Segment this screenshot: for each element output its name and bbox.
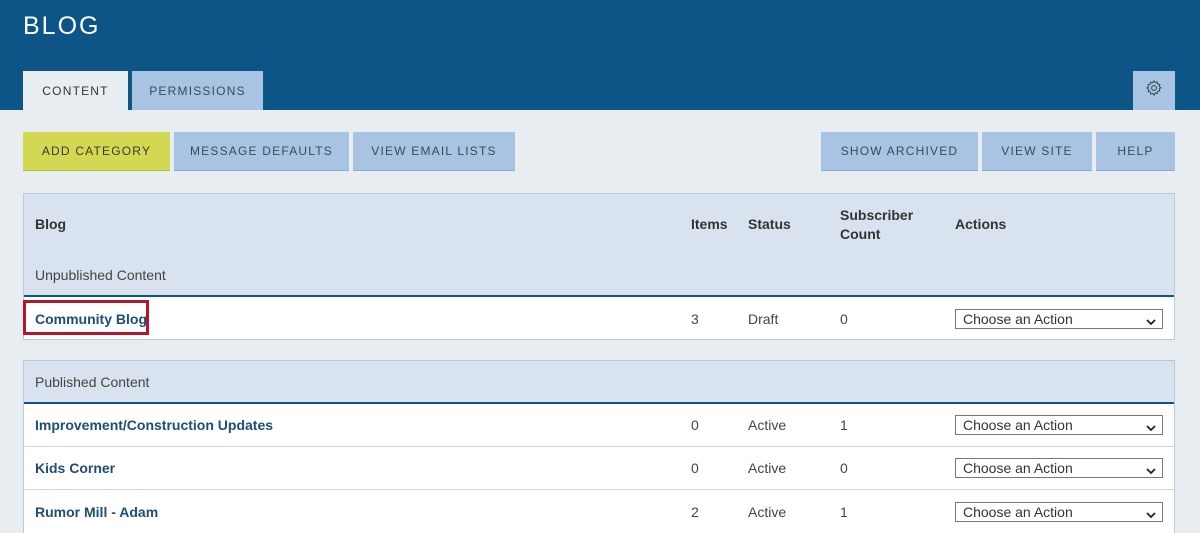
items-count: 2	[691, 503, 699, 520]
action-select[interactable]: Choose an Action	[955, 458, 1163, 478]
blog-name-link[interactable]: Kids Corner	[35, 447, 115, 489]
table-row: Community Blog 3 Draft 0 Choose an Actio…	[23, 297, 1174, 340]
table-header: Blog Items Status Subscriber Count Actio…	[24, 194, 1174, 297]
items-count: 3	[691, 310, 699, 327]
column-header-status: Status	[748, 216, 791, 232]
table-row: Kids Corner 0 Active 0 Choose an Action	[24, 447, 1174, 490]
view-email-lists-button[interactable]: VIEW EMAIL LISTS	[353, 132, 515, 171]
unpublished-table: Blog Items Status Subscriber Count Actio…	[23, 193, 1175, 340]
blog-name-link[interactable]: Improvement/Construction Updates	[35, 404, 273, 446]
unpublished-section-label: Unpublished Content	[35, 267, 166, 283]
view-site-button[interactable]: VIEW SITE	[982, 132, 1092, 171]
page-header: BLOG CONTENT PERMISSIONS	[0, 0, 1200, 110]
items-count: 0	[691, 460, 699, 476]
show-archived-button[interactable]: SHOW ARCHIVED	[821, 132, 978, 171]
add-category-button[interactable]: ADD CATEGORY	[23, 132, 170, 171]
blog-name-link[interactable]: Rumor Mill - Adam	[35, 490, 158, 533]
gear-icon	[1145, 79, 1163, 102]
action-cell: Choose an Action	[955, 490, 1163, 533]
subscriber-count: 1	[840, 503, 848, 520]
table-row: Rumor Mill - Adam 2 Active 1 Choose an A…	[24, 490, 1174, 533]
subscriber-count: 0	[840, 460, 848, 476]
action-select-value: Choose an Action	[963, 417, 1073, 433]
chevron-down-icon	[1146, 507, 1156, 523]
tab-permissions[interactable]: PERMISSIONS	[132, 71, 263, 110]
subscriber-count: 0	[840, 310, 848, 327]
status-text: Active	[748, 417, 787, 433]
action-select[interactable]: Choose an Action	[955, 415, 1163, 435]
column-header-actions: Actions	[955, 216, 1007, 232]
help-button[interactable]: HELP	[1096, 132, 1175, 171]
settings-button[interactable]	[1133, 71, 1175, 110]
action-select-value: Choose an Action	[963, 503, 1073, 520]
tab-content[interactable]: CONTENT	[23, 71, 128, 110]
column-header-blog: Blog	[35, 216, 67, 232]
chevron-down-icon	[1146, 420, 1156, 436]
table-row: Improvement/Construction Updates 0 Activ…	[24, 404, 1174, 447]
chevron-down-icon	[1146, 463, 1156, 479]
action-select-value: Choose an Action	[963, 310, 1073, 327]
subscriber-count: 1	[840, 417, 848, 433]
action-cell: Choose an Action	[955, 297, 1163, 340]
status-text: Active	[748, 503, 787, 520]
action-select[interactable]: Choose an Action	[955, 501, 1163, 523]
message-defaults-button[interactable]: MESSAGE DEFAULTS	[174, 132, 349, 171]
column-header-items: Items	[691, 216, 728, 232]
action-select[interactable]: Choose an Action	[955, 308, 1163, 330]
page-title: BLOG	[23, 12, 101, 40]
action-cell: Choose an Action	[955, 447, 1163, 489]
published-section-header: Published Content	[24, 361, 1174, 404]
chevron-down-icon	[1146, 314, 1156, 330]
published-section-label: Published Content	[35, 374, 150, 390]
blog-name-link[interactable]: Community Blog	[35, 297, 147, 340]
published-table: Published Content Improvement/Constructi…	[23, 360, 1175, 533]
action-cell: Choose an Action	[955, 404, 1163, 446]
column-header-subscriber-count: Subscriber Count	[840, 207, 914, 242]
status-text: Active	[748, 460, 787, 476]
items-count: 0	[691, 417, 699, 433]
action-select-value: Choose an Action	[963, 460, 1073, 476]
status-text: Draft	[748, 310, 779, 327]
